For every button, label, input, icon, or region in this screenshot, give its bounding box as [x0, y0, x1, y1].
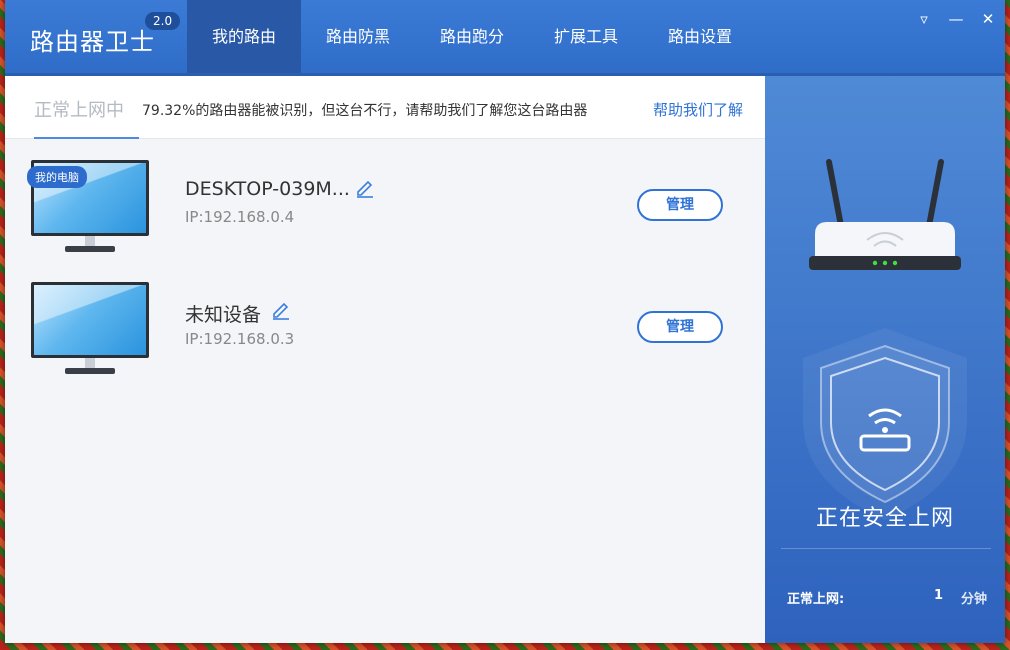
minimize-icon[interactable]: — [947, 10, 965, 28]
status-side-panel: 正在安全上网 正常上网: 1 分钟 [765, 76, 1005, 643]
tab-router-settings[interactable]: 路由设置 [643, 0, 757, 73]
recognition-message: 79.32%的路由器能被识别，但这台不行，请帮助我们了解您这台路由器 [142, 103, 588, 119]
app-title: 路由器卫士 [30, 28, 155, 56]
monitor-icon [31, 282, 149, 378]
tab-extension-tools[interactable]: 扩展工具 [529, 0, 643, 73]
connection-state: 正常上网中 [34, 100, 124, 121]
monitor-icon: 我的电脑 [27, 160, 149, 256]
manage-button[interactable]: 管理 [637, 189, 723, 221]
version-badge: 2.0 [145, 12, 181, 30]
edit-name-icon[interactable] [355, 178, 375, 198]
router-icon [809, 159, 961, 270]
device-name: DESKTOP-039M... [185, 178, 350, 200]
tab-router-antihack[interactable]: 路由防黑 [301, 0, 415, 73]
uptime-value: 1 [933, 588, 943, 603]
manage-button[interactable]: 管理 [637, 311, 723, 343]
tab-router-benchmark[interactable]: 路由跑分 [415, 0, 529, 73]
divider [781, 548, 991, 549]
shield-icon [803, 328, 967, 520]
tab-my-router[interactable]: 我的路由 [187, 0, 301, 73]
my-computer-tag: 我的电脑 [27, 166, 87, 188]
device-name: 未知设备 [185, 304, 262, 326]
help-us-link[interactable]: 帮助我们了解 [653, 99, 743, 120]
state-underline [34, 137, 139, 139]
app-window: 路由器卫士 2.0 我的路由 路由防黑 路由跑分 扩展工具 路由设置 ▿ — ✕… [5, 0, 1005, 643]
main-nav: 我的路由 路由防黑 路由跑分 扩展工具 路由设置 [187, 0, 757, 73]
window-controls: ▿ — ✕ [915, 10, 997, 28]
device-ip: IP:192.168.0.3 [185, 330, 295, 348]
status-bar: 正常上网中 79.32%的路由器能被识别，但这台不行，请帮助我们了解您这台路由器… [5, 76, 765, 139]
title-bar: 路由器卫士 2.0 我的路由 路由防黑 路由跑分 扩展工具 路由设置 ▿ — ✕ [5, 0, 1005, 76]
uptime-unit: 分钟 [960, 592, 987, 607]
device-row: 未知设备 IP:192.168.0.3 管理 [5, 282, 765, 392]
device-row: 我的电脑 DESKTOP-039M... IP:192.168.0.4 管理 [5, 160, 765, 270]
menu-dropdown-icon[interactable]: ▿ [915, 10, 933, 28]
edit-name-icon[interactable] [271, 300, 291, 320]
close-icon[interactable]: ✕ [979, 10, 997, 28]
device-ip: IP:192.168.0.4 [185, 208, 295, 226]
main-content: 正常上网中 79.32%的路由器能被识别，但这台不行，请帮助我们了解您这台路由器… [5, 76, 765, 643]
uptime-label: 正常上网: [787, 592, 845, 607]
safe-browsing-text: 正在安全上网 [815, 506, 954, 531]
